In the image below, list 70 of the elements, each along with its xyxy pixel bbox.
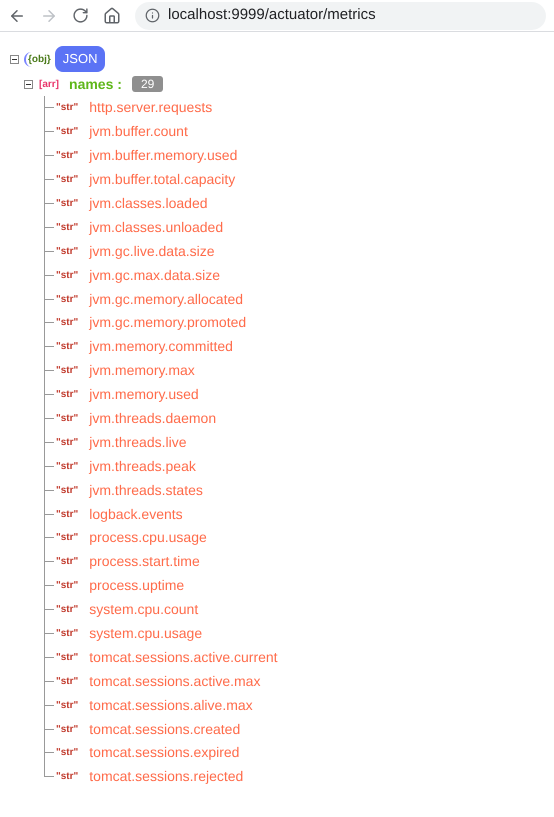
- type-tag: "str": [56, 674, 78, 689]
- string-value: tomcat.sessions.active.max: [89, 672, 260, 691]
- string-value: system.cpu.usage: [89, 624, 202, 644]
- type-tag: "str": [56, 602, 78, 618]
- type-tag: "str": [56, 745, 78, 760]
- string-value: jvm.threads.live: [89, 432, 187, 452]
- string-value: jvm.classes.loaded: [89, 194, 208, 213]
- type-tag: "str": [56, 769, 78, 784]
- type-tag: [arr]: [39, 76, 60, 92]
- type-tag: "str": [56, 100, 78, 116]
- string-value: jvm.gc.memory.allocated: [89, 290, 244, 309]
- type-tag: "str": [56, 650, 78, 665]
- string-value: jvm.buffer.memory.used: [89, 146, 238, 166]
- string-value: tomcat.sessions.alive.max: [89, 696, 253, 715]
- string-value: tomcat.sessions.rejected: [89, 767, 244, 786]
- type-tag: "str": [56, 387, 78, 402]
- type-tag: "str": [56, 268, 78, 283]
- string-value: logback.events: [89, 504, 183, 524]
- reload-icon[interactable]: [72, 7, 89, 24]
- url-text: localhost:9999/actuator/metrics: [168, 5, 376, 26]
- collapse-toggle-icon[interactable]: [24, 80, 33, 88]
- string-value: jvm.memory.used: [89, 385, 199, 404]
- type-tag: "str": [56, 148, 78, 164]
- type-tag: "str": [56, 363, 78, 378]
- type-tag: "str": [56, 698, 78, 713]
- string-value: jvm.threads.states: [89, 480, 203, 500]
- type-tag: "str": [56, 578, 78, 594]
- type-tag: "str": [56, 220, 78, 235]
- info-icon: [145, 8, 160, 23]
- string-value: tomcat.sessions.expired: [89, 743, 240, 762]
- string-value: http.server.requests: [89, 98, 212, 118]
- type-tag: "str": [56, 530, 78, 546]
- collapse-toggle-icon[interactable]: [10, 54, 19, 64]
- type-tag: "str": [56, 315, 78, 330]
- root-label: JSON: [54, 46, 106, 72]
- string-value: jvm.gc.max.data.size: [89, 266, 220, 285]
- string-value: process.start.time: [89, 552, 200, 572]
- type-tag: "str": [56, 339, 78, 354]
- string-value: tomcat.sessions.active.current: [89, 648, 278, 667]
- string-value: jvm.memory.committed: [89, 337, 233, 356]
- string-value: jvm.classes.unloaded: [89, 218, 224, 237]
- type-tag: "str": [56, 172, 78, 188]
- key-label: names :: [69, 74, 122, 94]
- string-value: system.cpu.count: [89, 600, 198, 620]
- home-icon[interactable]: [103, 6, 121, 24]
- string-value: jvm.buffer.total.capacity: [89, 170, 236, 190]
- string-value: jvm.gc.live.data.size: [89, 242, 215, 261]
- type-tag: "str": [56, 458, 78, 474]
- type-tag: "str": [56, 411, 78, 426]
- string-value: jvm.threads.daemon: [89, 409, 216, 428]
- string-value: jvm.threads.peak: [89, 456, 196, 476]
- type-tag: "str": [56, 124, 78, 140]
- type-tag: "str": [56, 244, 78, 259]
- string-value: jvm.memory.max: [89, 361, 195, 380]
- type-tag: "str": [56, 482, 78, 498]
- string-value: tomcat.sessions.created: [89, 720, 240, 739]
- count-badge: 29: [132, 76, 164, 92]
- type-tag: "str": [56, 722, 78, 737]
- string-value: process.cpu.usage: [89, 528, 207, 548]
- type-tag: {obj}: [24, 52, 51, 66]
- string-value: jvm.gc.memory.promoted: [89, 313, 246, 332]
- type-tag: "str": [56, 506, 78, 522]
- address-bar[interactable]: localhost:9999/actuator/metrics: [135, 2, 546, 30]
- type-tag: "str": [56, 554, 78, 570]
- string-value: jvm.buffer.count: [89, 122, 188, 142]
- type-tag: "str": [56, 434, 78, 450]
- type-tag: "str": [56, 626, 78, 642]
- string-value: process.uptime: [89, 576, 184, 596]
- type-tag: "str": [56, 196, 78, 211]
- type-tag: "str": [56, 292, 78, 307]
